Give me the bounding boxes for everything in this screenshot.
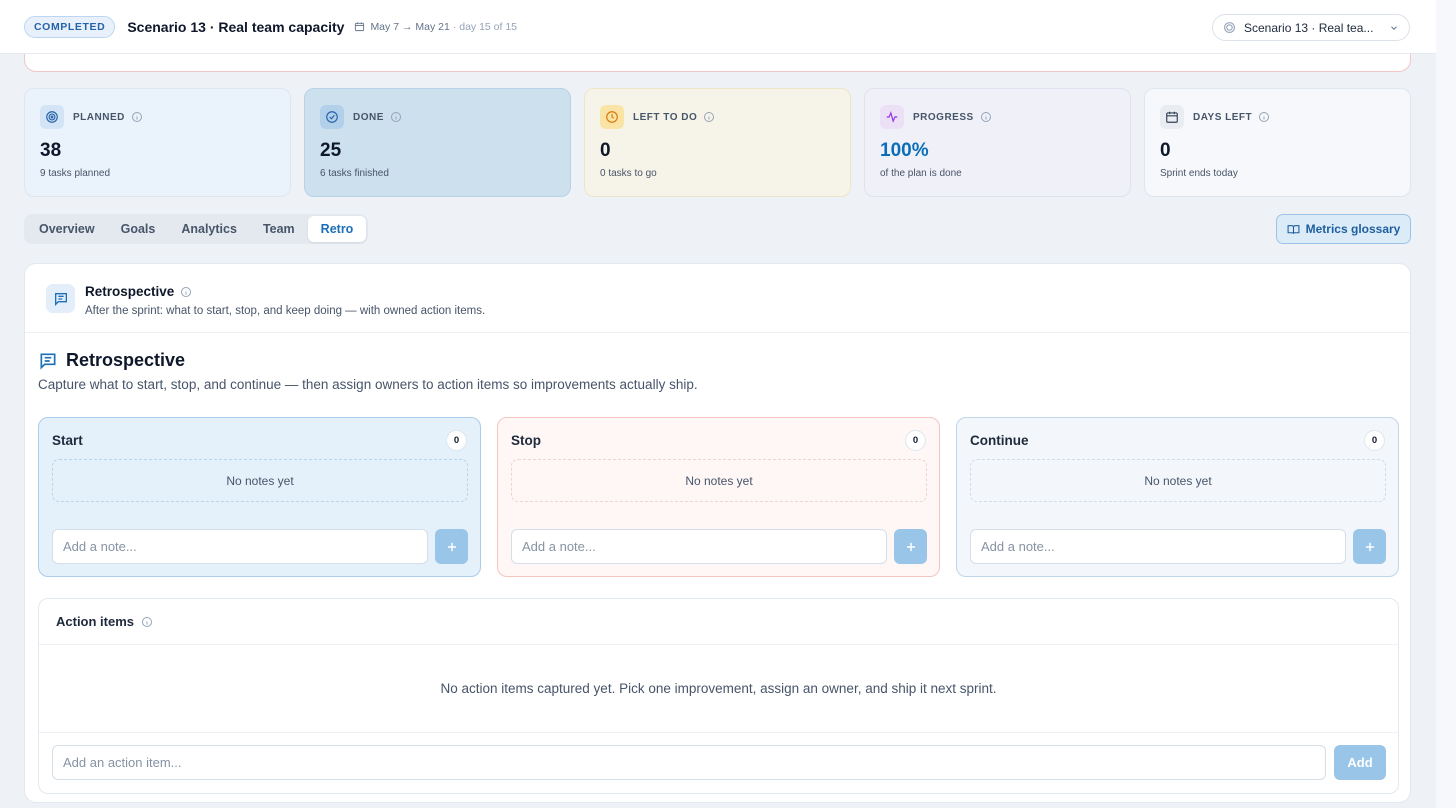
check-circle-icon — [320, 105, 344, 129]
stat-label: LEFT TO DO — [633, 111, 698, 123]
retro-column-continue: Continue 0 No notes yet — [956, 417, 1399, 577]
calendar-icon — [1160, 105, 1184, 129]
info-icon[interactable] — [980, 111, 992, 123]
column-title: Start — [52, 433, 83, 448]
tab-overview[interactable]: Overview — [26, 216, 108, 242]
clock-icon — [600, 105, 624, 129]
action-items-card: Action items No action items captured ye… — [38, 598, 1399, 794]
metrics-glossary-label: Metrics glossary — [1305, 222, 1401, 236]
stat-subtext: 9 tasks planned — [40, 168, 111, 179]
stat-card-progress: PROGRESS 100% of the plan is done — [864, 88, 1131, 197]
message-square-icon — [46, 284, 75, 313]
column-empty-state: No notes yet — [970, 459, 1386, 502]
chevron-down-icon — [1391, 25, 1397, 30]
panel-header: Retrospective After the sprint: what to … — [25, 264, 1410, 333]
stop-note-input[interactable] — [511, 529, 887, 564]
plus-icon — [906, 542, 915, 551]
info-icon[interactable] — [390, 111, 402, 123]
stat-label: DAYS LEFT — [1193, 111, 1253, 123]
target-icon — [40, 105, 64, 129]
info-icon[interactable] — [703, 111, 715, 123]
stop-add-note-button[interactable] — [894, 529, 927, 564]
stat-card-done: DONE 25 6 tasks finished — [304, 88, 571, 197]
start-note-input[interactable] — [52, 529, 428, 564]
top-bar: COMPLETED Scenario 13 · Real team capaci… — [0, 0, 1436, 54]
calendar-icon — [355, 22, 365, 32]
tab-team[interactable]: Team — [250, 216, 308, 242]
action-items-empty-state: No action items captured yet. Pick one i… — [39, 645, 1398, 733]
message-square-icon — [40, 353, 56, 370]
stat-label: PLANNED — [73, 111, 125, 123]
stat-label: PROGRESS — [913, 111, 974, 123]
stat-value: 0 — [600, 140, 611, 161]
tab-retro[interactable]: Retro — [307, 216, 367, 242]
view-tabs: Overview Goals Analytics Team Retro — [24, 214, 369, 244]
info-icon[interactable] — [141, 616, 153, 628]
column-count-badge: 0 — [1364, 430, 1385, 451]
panel-title-text: Retrospective — [85, 284, 175, 299]
sprint-day-info: · day 15 of 15 — [452, 20, 518, 33]
stat-subtext: Sprint ends today — [1160, 168, 1238, 179]
activity-icon — [880, 105, 904, 129]
stat-card-days-left: DAYS LEFT 0 Sprint ends today — [1144, 88, 1411, 197]
metrics-glossary-button[interactable]: Metrics glossary — [1276, 214, 1411, 244]
panel-subtitle: After the sprint: what to start, stop, a… — [85, 305, 486, 317]
tab-goals[interactable]: Goals — [108, 216, 169, 242]
continue-note-input[interactable] — [970, 529, 1346, 564]
book-icon — [1287, 224, 1300, 234]
retro-heading-text: Retrospective — [66, 350, 186, 370]
scenario-select-value: Scenario 13 · Real tea... — [1244, 20, 1374, 35]
stat-value: 25 — [320, 140, 342, 161]
stat-card-planned: PLANNED 38 9 tasks planned — [24, 88, 291, 197]
start-add-note-button[interactable] — [435, 529, 468, 564]
plus-icon — [1365, 542, 1374, 551]
retro-description: Capture what to start, stop, and continu… — [38, 377, 698, 392]
stat-value: 0 — [1160, 140, 1171, 161]
retro-column-stop: Stop 0 No notes yet — [497, 417, 940, 577]
column-count-badge: 0 — [446, 430, 467, 451]
retro-heading: Retrospective — [38, 350, 185, 371]
sprint-date-range: May 7 → May 21 · day 15 of 15 — [354, 21, 517, 33]
page-title: Scenario 13 · Real team capacity — [127, 18, 345, 35]
plus-icon — [447, 542, 456, 551]
continue-add-note-button[interactable] — [1353, 529, 1386, 564]
status-badge: COMPLETED — [24, 15, 116, 38]
stat-value: 100% — [880, 140, 929, 161]
info-icon[interactable] — [1258, 111, 1270, 123]
scenario-icon — [1224, 22, 1235, 33]
panel-title: Retrospective — [85, 284, 192, 299]
action-item-input[interactable] — [52, 745, 1326, 780]
info-icon[interactable] — [180, 286, 192, 298]
add-action-item-button[interactable]: Add — [1334, 745, 1386, 780]
stat-subtext: 6 tasks finished — [320, 168, 389, 179]
column-title: Stop — [511, 433, 541, 448]
stat-subtext: of the plan is done — [880, 168, 962, 179]
stat-value: 38 — [40, 140, 62, 161]
tab-analytics[interactable]: Analytics — [168, 216, 250, 242]
stat-card-left-to-do: LEFT TO DO 0 0 tasks to go — [584, 88, 851, 197]
retro-panel: Retrospective After the sprint: what to … — [24, 263, 1411, 803]
column-count-badge: 0 — [905, 430, 926, 451]
sprint-dates: May 7 → May 21 — [370, 20, 450, 33]
stat-subtext: 0 tasks to go — [600, 168, 657, 179]
info-icon[interactable] — [131, 111, 143, 123]
column-empty-state: No notes yet — [511, 459, 927, 502]
stat-label: DONE — [353, 111, 384, 123]
action-items-title: Action items — [56, 614, 135, 629]
column-empty-state: No notes yet — [52, 459, 468, 502]
page-scrollbar[interactable] — [1436, 0, 1456, 808]
action-items-header: Action items — [39, 599, 1398, 645]
column-title: Continue — [970, 433, 1029, 448]
retro-column-start: Start 0 No notes yet — [38, 417, 481, 577]
scenario-select[interactable]: Scenario 13 · Real tea... — [1212, 14, 1410, 41]
